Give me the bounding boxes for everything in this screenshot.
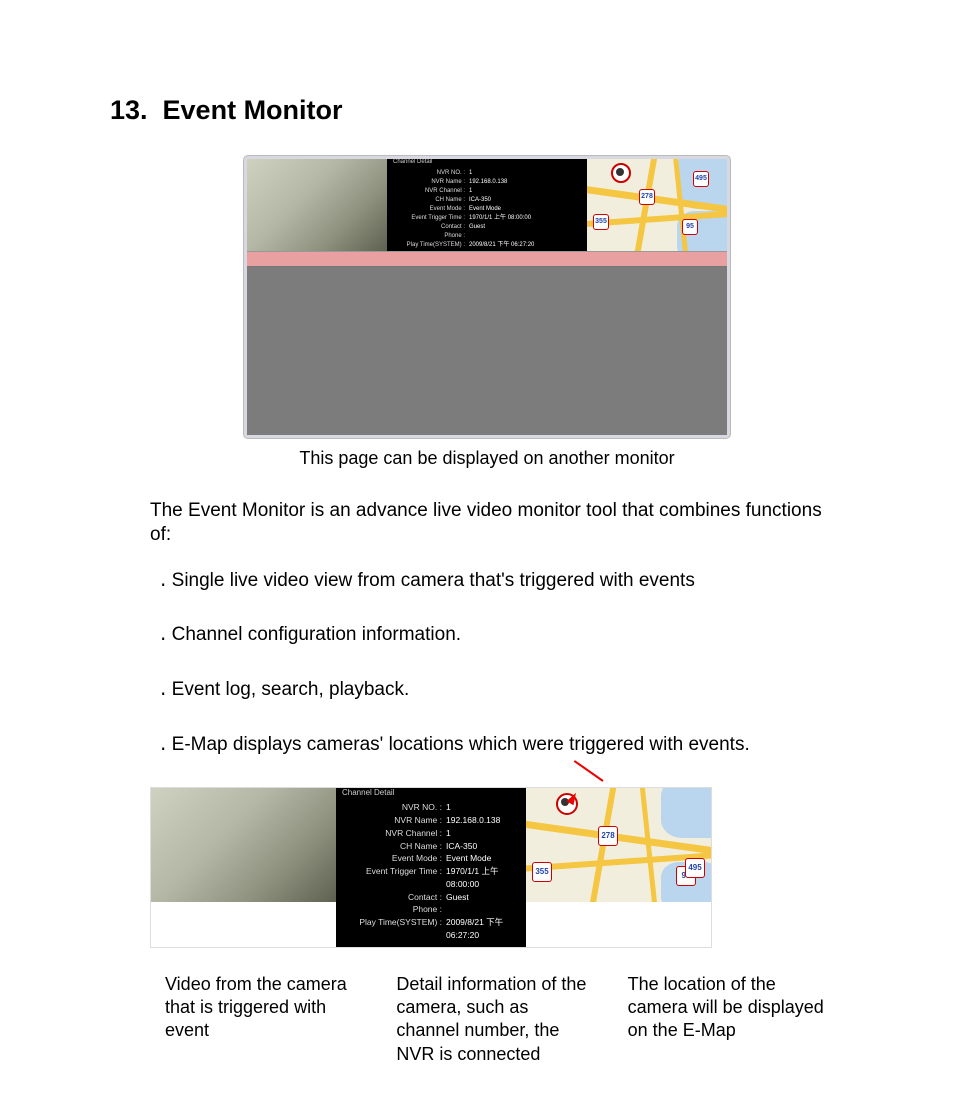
video-preview-pane <box>247 159 387 251</box>
detail-label: NVR Channel : <box>342 827 446 840</box>
detail-value: 192.168.0.138 <box>469 178 507 187</box>
detail-value: 1 <box>446 827 451 840</box>
detail-value: Event Mode <box>446 852 491 865</box>
detail-label: NVR Name : <box>393 178 469 187</box>
detail-label: NVR NO. : <box>393 169 469 178</box>
video-preview-pane <box>151 788 336 902</box>
detail-label: Phone : <box>342 903 446 916</box>
detail-label: Event Mode : <box>393 205 469 214</box>
detail-value: Guest <box>446 891 469 904</box>
detail-label: NVR Channel : <box>393 187 469 196</box>
event-monitor-screenshot-full: ⌂ Channel Detail NVR NO. :1 NVR Name :19… <box>244 156 730 438</box>
detail-value: 1970/1/1 上午 08:00:00 <box>469 214 531 223</box>
detail-value: ICA-350 <box>446 840 477 853</box>
highway-shield-icon: 95 <box>682 219 698 235</box>
intro-paragraph: The Event Monitor is an advance live vid… <box>150 499 824 547</box>
channel-detail-panel: Channel Detail NVR NO. :1 NVR Name :192.… <box>336 788 526 946</box>
page-heading: 13. Event Monitor <box>110 95 864 126</box>
bullet-item: Single live video view from camera that'… <box>160 569 824 594</box>
caption-left: Video from the camera that is triggered … <box>165 973 361 1067</box>
event-log-area <box>247 267 727 435</box>
detail-label: Event Trigger Time : <box>342 865 446 891</box>
channel-detail-panel: Channel Detail NVR NO. :1 NVR Name :192.… <box>387 159 587 251</box>
detail-value: 1970/1/1 上午 08:00:00 <box>446 865 520 891</box>
detail-label: NVR Name : <box>342 814 446 827</box>
bullet-item: Event log, search, playback. <box>160 678 824 703</box>
event-monitor-screenshot-row: Channel Detail NVR NO. :1 NVR Name :192.… <box>150 787 712 947</box>
detail-value: 192.168.0.138 <box>446 814 500 827</box>
emap-pane: 355 278 95 495 <box>526 788 711 902</box>
detail-value: ICA-350 <box>469 196 491 205</box>
bullet-item: Channel configuration information. <box>160 623 824 648</box>
detail-value: 1 <box>469 187 472 196</box>
bullet-item: E-Map displays cameras' locations which … <box>160 733 824 758</box>
detail-value: 2009/8/21 下午 06:27:20 <box>446 916 520 942</box>
detail-label: Event Trigger Time : <box>393 214 469 223</box>
detail-value: Event Mode <box>469 205 501 214</box>
highway-shield-icon: 278 <box>598 826 618 846</box>
detail-value: 1 <box>469 169 472 178</box>
detail-label: Contact : <box>342 891 446 904</box>
detail-value: 2009/8/21 下午 06:27:20 <box>469 241 534 250</box>
channel-detail-legend: Channel Detail <box>393 158 432 167</box>
detail-label: CH Name : <box>342 840 446 853</box>
detail-value: 1 <box>446 801 451 814</box>
detail-label: Event Mode : <box>342 852 446 865</box>
red-arrow-icon <box>574 760 604 782</box>
detail-label: Phone : <box>393 232 469 241</box>
timeline-bar <box>247 251 727 267</box>
highway-shield-icon: 355 <box>593 214 609 230</box>
detail-label: Contact : <box>393 223 469 232</box>
detail-label: Play Time(SYSTEM) : <box>342 916 446 942</box>
caption-middle: Detail information of the camera, such a… <box>396 973 592 1067</box>
highway-shield-icon: 355 <box>532 862 552 882</box>
screenshot-caption: This page can be displayed on another mo… <box>110 448 864 469</box>
emap-pane: 355 278 95 495 <box>587 159 727 251</box>
camera-pin-icon <box>611 163 631 183</box>
detail-label: NVR NO. : <box>342 801 446 814</box>
caption-right: The location of the camera will be displ… <box>628 973 824 1067</box>
detail-label: CH Name : <box>393 196 469 205</box>
detail-value: Guest <box>469 223 485 232</box>
highway-shield-icon: 495 <box>685 858 705 878</box>
channel-detail-legend: Channel Detail <box>342 787 394 799</box>
highway-shield-icon: 278 <box>639 189 655 205</box>
detail-label: Play Time(SYSTEM) : <box>393 241 469 250</box>
highway-shield-icon: 495 <box>693 171 709 187</box>
